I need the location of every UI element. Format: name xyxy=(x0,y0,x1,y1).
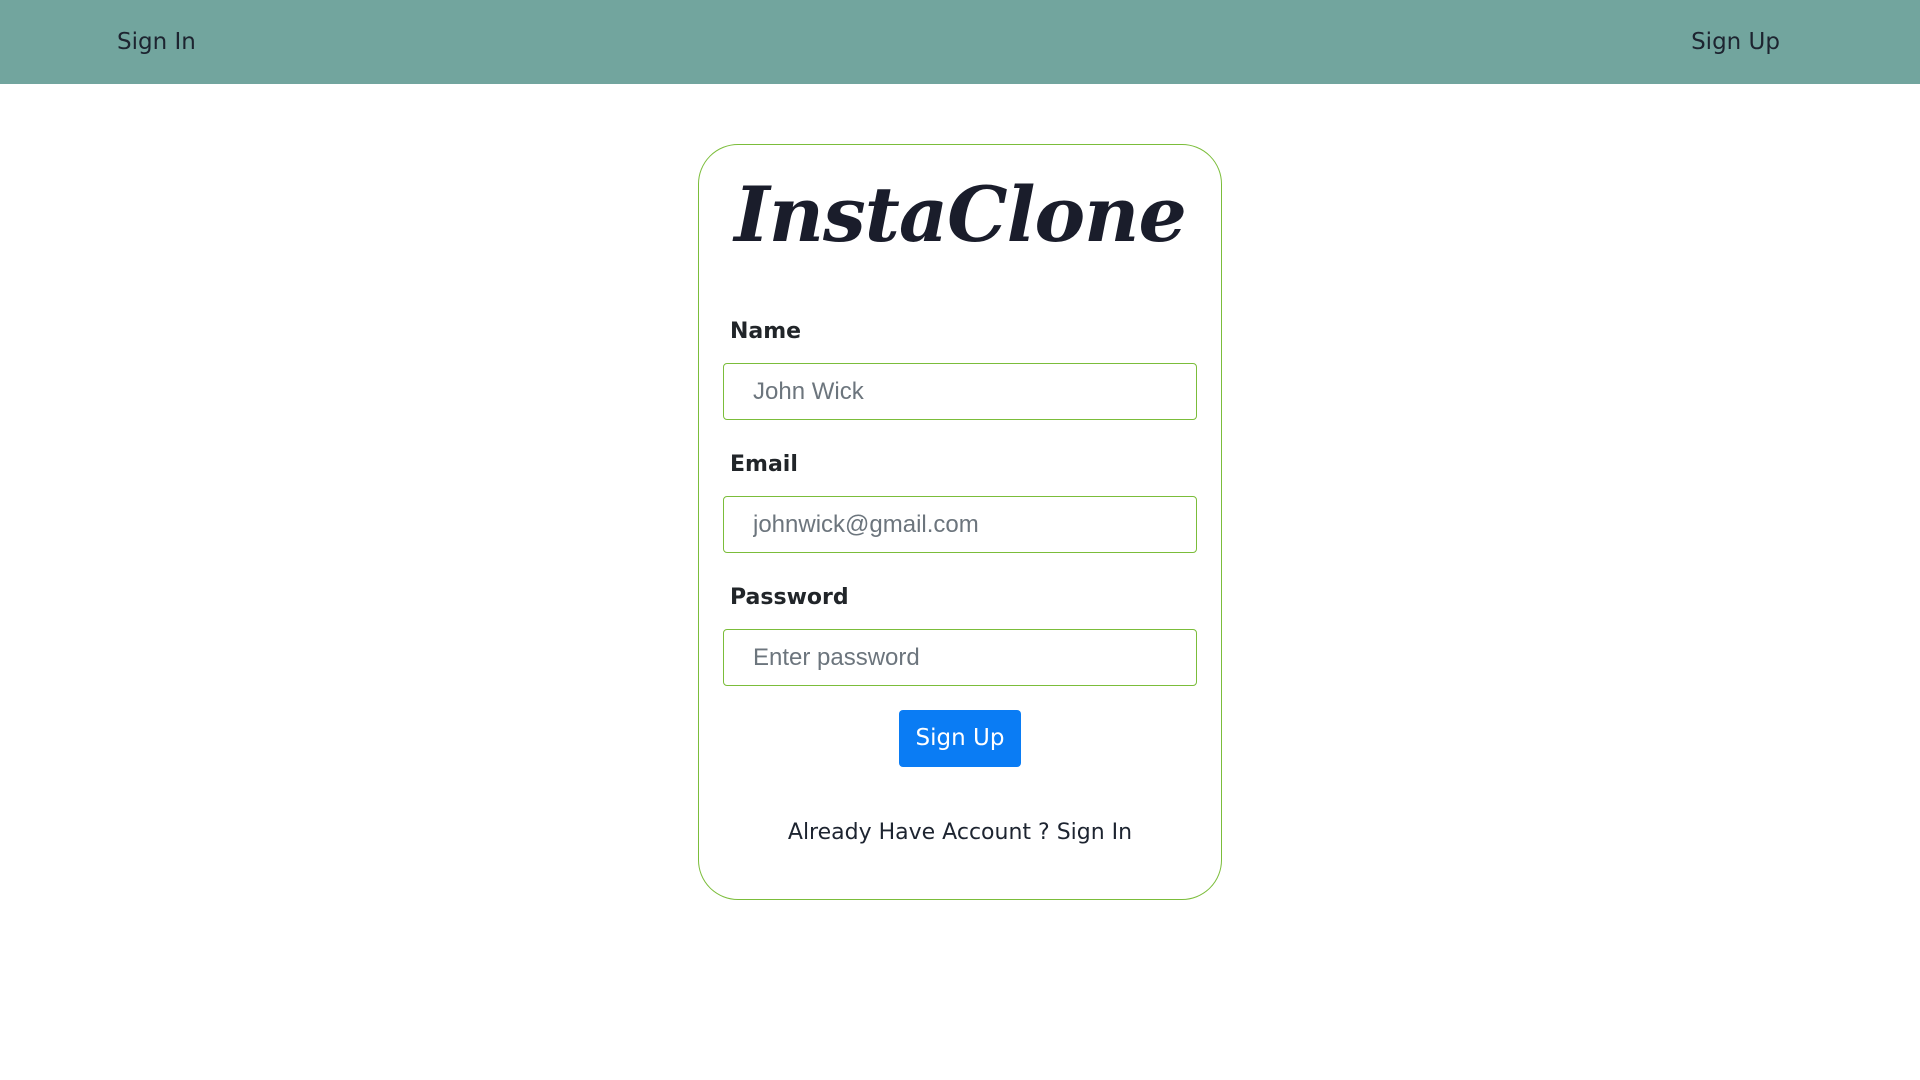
email-input[interactable] xyxy=(723,496,1197,553)
nav-sign-in-link[interactable]: Sign In xyxy=(117,26,196,58)
email-label: Email xyxy=(730,452,798,477)
sign-in-link[interactable]: Sign In xyxy=(1057,820,1132,845)
sign-in-prompt: Already Have Account ? Sign In xyxy=(699,818,1221,848)
app-logo: InstaClone xyxy=(734,170,1187,259)
sign-in-prompt-text: Already Have Account ? xyxy=(787,820,1050,845)
name-label: Name xyxy=(730,319,802,344)
name-input[interactable] xyxy=(723,363,1197,420)
top-navbar: Sign In Sign Up xyxy=(0,0,1920,84)
nav-sign-up-link[interactable]: Sign Up xyxy=(1691,26,1780,58)
signup-card: InstaClone Name Email Password Sign Up A… xyxy=(698,144,1222,900)
password-label: Password xyxy=(730,585,849,610)
password-input[interactable] xyxy=(723,629,1197,686)
sign-up-button[interactable]: Sign Up xyxy=(899,710,1021,767)
